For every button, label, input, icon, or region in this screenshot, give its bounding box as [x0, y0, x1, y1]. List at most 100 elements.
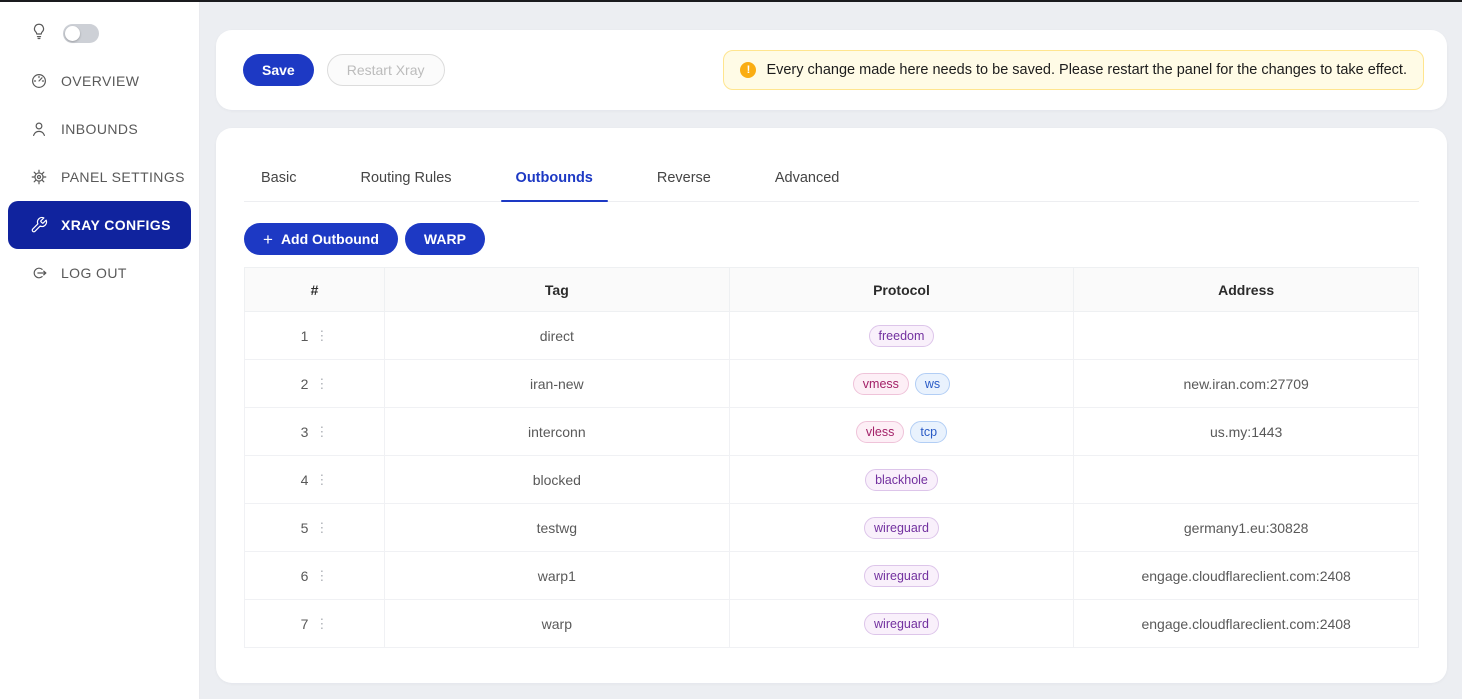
- tag-cell: testwg: [385, 504, 730, 552]
- protocol-cell: blackhole: [729, 456, 1074, 504]
- protocol-badge: vmess: [853, 373, 909, 395]
- sidebar-item-label: OVERVIEW: [61, 73, 139, 89]
- protocol-cell: wireguard: [729, 552, 1074, 600]
- gear-icon: [30, 168, 48, 186]
- table-row: 5⋮testwgwireguardgermany1.eu:30828: [245, 504, 1419, 552]
- row-menu-icon[interactable]: ⋮: [315, 329, 328, 342]
- row-number-cell: 3⋮: [245, 408, 385, 456]
- sidebar-item-label: XRAY CONFIGS: [61, 217, 171, 233]
- restart-xray-button[interactable]: Restart Xray: [327, 54, 445, 86]
- alert-text: Every change made here needs to be saved…: [766, 62, 1407, 78]
- save-button[interactable]: Save: [243, 54, 314, 86]
- table-row: 6⋮warp1wireguardengage.cloudflareclient.…: [245, 552, 1419, 600]
- sidebar-item-log-out[interactable]: LOG OUT: [8, 249, 191, 297]
- sidebar-item-label: INBOUNDS: [61, 121, 138, 137]
- row-number: 3: [301, 424, 309, 440]
- main-content: Save Restart Xray ! Every change made he…: [216, 30, 1447, 683]
- warning-icon: !: [740, 62, 756, 78]
- row-menu-icon[interactable]: ⋮: [315, 377, 328, 390]
- protocol-badge: freedom: [869, 325, 935, 347]
- protocol-cell: wireguard: [729, 600, 1074, 648]
- row-number-cell: 4⋮: [245, 456, 385, 504]
- protocol-badge: blackhole: [865, 469, 938, 491]
- logout-icon: [30, 264, 48, 282]
- sidebar-item-label: LOG OUT: [61, 265, 127, 281]
- row-number-cell: 7⋮: [245, 600, 385, 648]
- outbounds-table: #TagProtocolAddress 1⋮directfreedom2⋮ira…: [244, 267, 1419, 648]
- plus-icon: +: [263, 231, 273, 248]
- tab-advanced[interactable]: Advanced: [760, 158, 855, 201]
- address-cell: germany1.eu:30828: [1074, 504, 1419, 552]
- address-cell: us.my:1443: [1074, 408, 1419, 456]
- tab-outbounds[interactable]: Outbounds: [501, 158, 608, 201]
- tag-cell: warp: [385, 600, 730, 648]
- row-number-cell: 6⋮: [245, 552, 385, 600]
- address-cell: [1074, 456, 1419, 504]
- address-cell: [1074, 312, 1419, 360]
- address-cell: engage.cloudflareclient.com:2408: [1074, 552, 1419, 600]
- lightbulb-icon: [30, 22, 48, 45]
- row-menu-icon[interactable]: ⋮: [315, 425, 328, 438]
- tag-cell: blocked: [385, 456, 730, 504]
- tab-basic[interactable]: Basic: [246, 158, 311, 201]
- add-outbound-button[interactable]: + Add Outbound: [244, 223, 398, 255]
- protocol-badge: vless: [856, 421, 904, 443]
- outbounds-actions: + Add Outbound WARP: [244, 223, 1419, 255]
- column-header-tag: Tag: [385, 268, 730, 312]
- tab-routing-rules[interactable]: Routing Rules: [345, 158, 466, 201]
- address-cell: new.iran.com:27709: [1074, 360, 1419, 408]
- table-row: 1⋮directfreedom: [245, 312, 1419, 360]
- tag-cell: direct: [385, 312, 730, 360]
- protocol-cell: freedom: [729, 312, 1074, 360]
- protocol-badge: wireguard: [864, 613, 939, 635]
- row-number: 5: [301, 520, 309, 536]
- tag-cell: interconn: [385, 408, 730, 456]
- protocol-badge: tcp: [910, 421, 947, 443]
- table-row: 3⋮interconnvlesstcpus.my:1443: [245, 408, 1419, 456]
- tab-reverse[interactable]: Reverse: [642, 158, 726, 201]
- table-row: 4⋮blockedblackhole: [245, 456, 1419, 504]
- table-row: 7⋮warpwireguardengage.cloudflareclient.c…: [245, 600, 1419, 648]
- dark-mode-toggle[interactable]: [63, 24, 99, 43]
- row-number: 7: [301, 616, 309, 632]
- row-menu-icon[interactable]: ⋮: [315, 473, 328, 486]
- row-number-cell: 2⋮: [245, 360, 385, 408]
- sidebar-item-panel-settings[interactable]: PANEL SETTINGS: [8, 153, 191, 201]
- protocol-cell: wireguard: [729, 504, 1074, 552]
- tab-bar: Basic Routing Rules Outbounds Reverse Advanc…: [244, 158, 1419, 202]
- warp-button[interactable]: WARP: [405, 223, 485, 255]
- toolbar-card: Save Restart Xray ! Every change made he…: [216, 30, 1447, 110]
- row-number: 2: [301, 376, 309, 392]
- xray-configs-card: Basic Routing Rules Outbounds Reverse Advanc…: [216, 128, 1447, 683]
- row-number: 6: [301, 568, 309, 584]
- protocol-cell: vmessws: [729, 360, 1074, 408]
- unsaved-changes-alert: ! Every change made here needs to be sav…: [723, 50, 1424, 90]
- row-number: 4: [301, 472, 309, 488]
- protocol-badge: wireguard: [864, 565, 939, 587]
- sidebar-item-overview[interactable]: OVERVIEW: [8, 57, 191, 105]
- column-header-number: #: [245, 268, 385, 312]
- protocol-badge: ws: [915, 373, 950, 395]
- sidebar-item-xray-configs[interactable]: XRAY CONFIGS: [8, 201, 191, 249]
- row-menu-icon[interactable]: ⋮: [315, 617, 328, 630]
- sidebar-item-inbounds[interactable]: INBOUNDS: [8, 105, 191, 153]
- protocol-badge: wireguard: [864, 517, 939, 539]
- column-header-address: Address: [1074, 268, 1419, 312]
- user-icon: [30, 120, 48, 138]
- row-number: 1: [301, 328, 309, 344]
- tag-cell: iran-new: [385, 360, 730, 408]
- sidebar: OVERVIEW INBOUNDS PANEL SETTINGS XRAY CONFI…: [0, 0, 200, 699]
- row-menu-icon[interactable]: ⋮: [315, 569, 328, 582]
- protocol-cell: vless tcp: [729, 408, 1074, 456]
- toolbar-buttons: Save Restart Xray: [243, 54, 445, 86]
- window-top-border: [0, 0, 1462, 2]
- toggle-knob: [65, 26, 80, 41]
- row-number-cell: 1⋮: [245, 312, 385, 360]
- theme-toggle-row: [0, 13, 199, 53]
- wrench-icon: [30, 216, 48, 234]
- row-number-cell: 5⋮: [245, 504, 385, 552]
- table-row: 2⋮iran-newvmesswsnew.iran.com:27709: [245, 360, 1419, 408]
- column-header-protocol: Protocol: [729, 268, 1074, 312]
- address-cell: engage.cloudflareclient.com:2408: [1074, 600, 1419, 648]
- row-menu-icon[interactable]: ⋮: [315, 521, 328, 534]
